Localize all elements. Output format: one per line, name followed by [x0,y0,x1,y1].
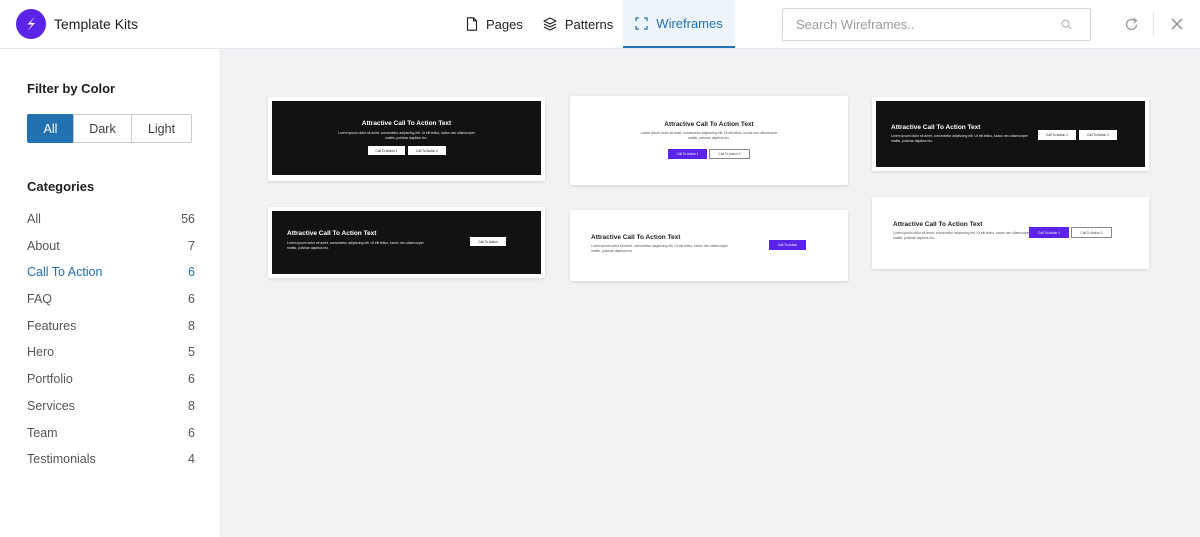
categories-heading: Categories [27,179,95,194]
preview-button: Call To Action 2 [1079,130,1117,140]
category-item-services[interactable]: Services 8 [27,399,195,426]
preview-title: Attractive Call To Action Text [664,121,754,128]
preview-title: Attractive Call To Action Text [591,234,681,241]
category-item-portfolio[interactable]: Portfolio 6 [27,372,195,399]
tab-patterns[interactable]: Patterns [533,0,623,48]
preview-button: Call To Action [470,237,506,246]
wireframe-card[interactable]: Attractive Call To Action Text Lorem ips… [570,96,848,185]
tab-pages[interactable]: Pages [456,0,533,48]
category-count: 8 [188,318,195,333]
category-count: 6 [188,425,195,440]
category-label: Team [27,425,58,440]
category-label: All [27,212,41,226]
color-filter-light[interactable]: Light [131,114,192,143]
category-count: 5 [188,345,195,360]
search-icon[interactable] [1061,19,1072,30]
category-item-all[interactable]: All 56 [27,212,195,239]
color-filter-dark[interactable]: Dark [73,114,132,143]
preview-button: Call To Action 1 [1038,130,1076,140]
search-box [782,8,1091,41]
wireframe-preview: Attractive Call To Action Text Lorem ips… [570,210,848,281]
category-label: Testimonials [27,452,96,467]
color-filter-group: All Dark Light [27,114,192,143]
close-icon[interactable] [1170,17,1184,31]
tab-wireframes[interactable]: Wireframes [623,0,735,48]
category-item-about[interactable]: About 7 [27,239,195,266]
category-label: Portfolio [27,372,73,387]
category-item-features[interactable]: Features 8 [27,319,195,346]
preview-text: mattis, pulvinar dapibus leo. [687,136,731,140]
refresh-icon[interactable] [1124,17,1139,32]
wireframe-preview: Attractive Call To Action Text Lorem ips… [872,197,1149,269]
category-count: 56 [181,212,195,226]
preview-button: Call To Action 1 [1029,227,1069,238]
category-count: 7 [188,238,195,253]
category-item-call-to-action[interactable]: Call To Action 6 [27,265,195,292]
category-count: 4 [188,452,195,467]
category-label: Services [27,398,75,413]
page-icon [466,17,478,31]
preview-button: Call To Action 2 [1071,227,1112,238]
category-label: About [27,238,60,253]
preview-text: mattis, pulvinar dapibus leo. [385,136,428,140]
wireframe-icon [635,16,648,30]
wireframe-preview: Attractive Call To Action Text Lorem ips… [570,96,848,185]
preview-button: Call To Action [769,240,806,250]
wireframe-preview: Attractive Call To Action Text Lorem ips… [876,101,1145,167]
category-label: Features [27,318,77,333]
color-filter-all[interactable]: All [27,114,74,143]
preview-text: mattis, pulvinar dapibus leo. [893,236,936,240]
preview-title: Attractive Call To Action Text [361,120,452,127]
tab-bar: Pages Patterns Wireframes [456,0,735,48]
wireframe-preview: Attractive Call To Action Text Lorem ips… [272,211,541,274]
wireframe-card[interactable]: Attractive Call To Action Text Lorem ips… [268,97,545,181]
tab-wireframes-label: Wireframes [656,15,723,31]
preview-text: mattis, pulvinar dapibus leo. [591,249,634,253]
search-input[interactable] [783,9,1043,40]
preview-title: Attractive Call To Action Text [893,221,983,228]
wireframe-card[interactable]: Attractive Call To Action Text Lorem ips… [570,210,848,281]
category-item-team[interactable]: Team 6 [27,426,195,453]
wireframe-card[interactable]: Attractive Call To Action Text Lorem ips… [268,207,545,278]
wireframe-preview: Attractive Call To Action Text Lorem ips… [272,101,541,175]
header-divider [1153,12,1154,36]
tab-pages-label: Pages [486,16,523,32]
category-count: 6 [188,372,195,387]
preview-button: Call To Action 2 [709,149,750,159]
filter-by-color-heading: Filter by Color [27,81,116,96]
preview-button: Call To Action 2 [408,146,446,155]
tab-patterns-label: Patterns [564,16,614,32]
category-item-faq[interactable]: FAQ 6 [27,292,195,319]
wireframe-card[interactable]: Attractive Call To Action Text Lorem ips… [872,97,1149,171]
top-bar: Template Kits Pages Patterns Wireframes [0,0,1200,49]
category-label: Hero [27,345,55,360]
category-item-testimonials[interactable]: Testimonials 4 [27,452,195,479]
preview-text: mattis, pulvinar dapibus leo. [287,246,330,250]
wireframe-card[interactable]: Attractive Call To Action Text Lorem ips… [872,197,1149,269]
filter-sidebar: Filter by Color All Dark Light Categorie… [0,49,221,537]
preview-title: Attractive Call To Action Text [891,124,981,131]
category-count: 6 [188,265,195,280]
app-title: Template Kits [54,16,139,32]
category-item-hero[interactable]: Hero 5 [27,345,195,372]
layers-icon [543,17,557,31]
category-list: All 56 About 7 Call To Action 6 FAQ 6 Featur… [27,212,195,479]
preview-text: mattis, pulvinar dapibus leo. [891,139,934,143]
category-label: FAQ [27,292,53,307]
category-count: 8 [188,398,195,413]
preview-button: Call To Action 1 [368,146,405,155]
category-label: Call To Action [27,265,103,280]
preview-title: Attractive Call To Action Text [287,230,377,237]
category-count: 6 [188,292,195,307]
brand-logo-icon [16,9,46,39]
preview-button: Call To Action 1 [668,149,707,159]
